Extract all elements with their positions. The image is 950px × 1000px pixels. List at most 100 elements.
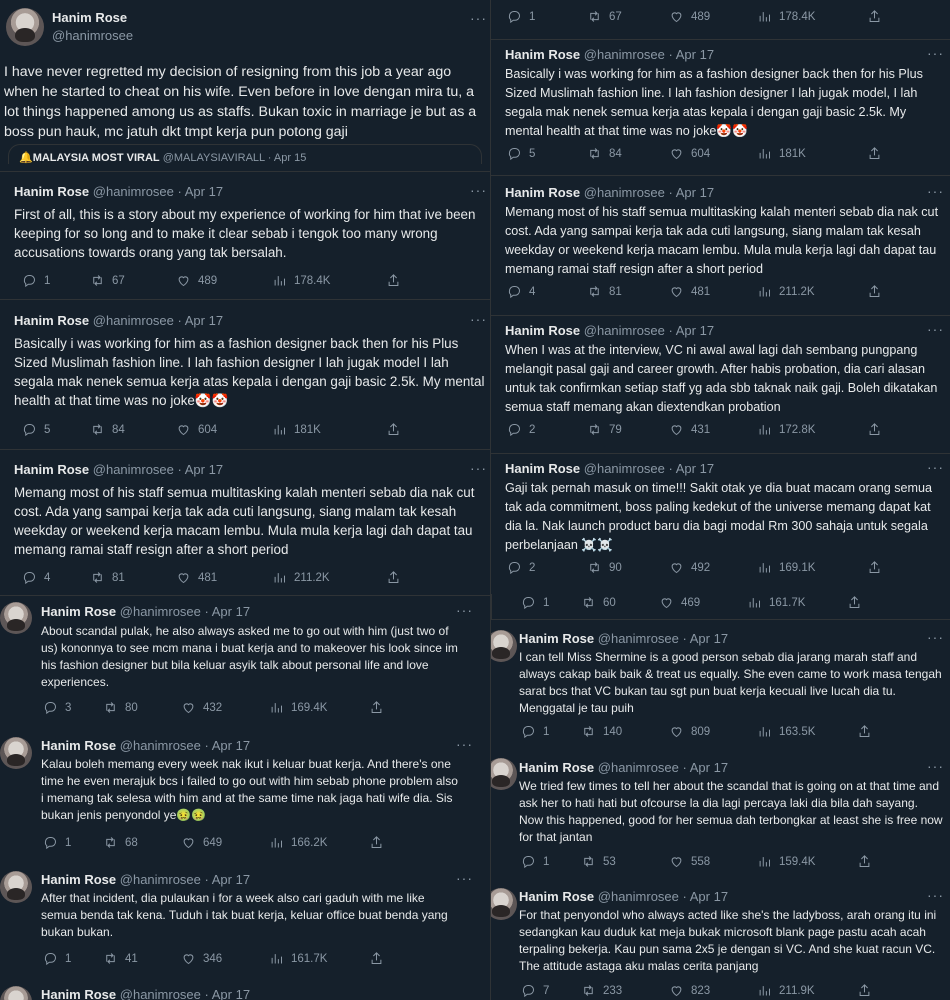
- tweet-date[interactable]: Apr 17: [676, 461, 714, 476]
- retweet-button[interactable]: 80: [103, 700, 181, 715]
- tweet[interactable]: Hanim Rose @hanimrosee · Apr 17 ··· Abou…: [0, 596, 490, 731]
- share-button[interactable]: [369, 700, 384, 715]
- author-name[interactable]: Hanim Rose: [505, 323, 580, 338]
- avatar[interactable]: [491, 888, 517, 920]
- views-button[interactable]: 178.4K: [272, 273, 386, 288]
- retweet-button[interactable]: 81: [90, 570, 176, 585]
- like-button[interactable]: 489: [669, 9, 757, 24]
- tweet-date[interactable]: Apr 17: [185, 184, 223, 199]
- views-button[interactable]: 169.1K: [757, 560, 867, 575]
- avatar[interactable]: [0, 986, 32, 1000]
- tweet[interactable]: Hanim Rose @hanimrosee · Apr 17 ··· Firs…: [0, 172, 490, 300]
- retweet-button[interactable]: 60: [581, 595, 659, 610]
- reply-button[interactable]: 1: [43, 951, 103, 966]
- views-button[interactable]: 211.2K: [757, 284, 867, 299]
- author-handle[interactable]: @hanimrosee: [598, 631, 679, 646]
- reply-button[interactable]: 2: [507, 422, 587, 437]
- retweet-button[interactable]: 84: [587, 146, 669, 161]
- share-button[interactable]: [369, 951, 384, 966]
- views-button[interactable]: 161.7K: [747, 595, 847, 610]
- author-handle[interactable]: @hanimrosee: [93, 313, 174, 328]
- author-handle[interactable]: @hanimrosee: [598, 889, 679, 904]
- like-button[interactable]: 489: [176, 273, 272, 288]
- retweet-button[interactable]: 67: [587, 9, 669, 24]
- author-name[interactable]: Hanim Rose: [14, 313, 89, 328]
- share-button[interactable]: [386, 570, 401, 585]
- author-handle[interactable]: @hanimrosee: [93, 184, 174, 199]
- views-button[interactable]: 178.4K: [757, 9, 867, 24]
- tweet[interactable]: Hanim Rose @hanimrosee · Apr 17 ··· Gaji…: [491, 454, 950, 620]
- views-button[interactable]: 172.8K: [757, 422, 867, 437]
- reply-button[interactable]: 5: [507, 146, 587, 161]
- more-icon[interactable]: ···: [927, 321, 944, 337]
- tweet-date[interactable]: Apr 17: [185, 462, 223, 477]
- retweet-button[interactable]: 41: [103, 951, 181, 966]
- retweet-button[interactable]: 140: [581, 724, 669, 739]
- more-icon[interactable]: ···: [456, 736, 473, 752]
- avatar[interactable]: [6, 8, 44, 46]
- more-icon[interactable]: ···: [470, 182, 487, 198]
- author-name[interactable]: Hanim Rose: [52, 10, 127, 25]
- more-icon[interactable]: ···: [470, 10, 487, 26]
- quoted-tweet[interactable]: 🔔MALAYSIA MOST VIRAL @MALAYSIAVIRALL · A…: [8, 144, 482, 164]
- like-button[interactable]: 481: [176, 570, 272, 585]
- more-icon[interactable]: ···: [927, 183, 944, 199]
- author-name[interactable]: Hanim Rose: [41, 987, 116, 1000]
- share-button[interactable]: [386, 273, 401, 288]
- tweet-date[interactable]: Apr 17: [676, 323, 714, 338]
- tweet-date[interactable]: Apr 17: [690, 631, 728, 646]
- tweet[interactable]: Hanim Rose @hanimrosee · Apr 17 ··· For …: [491, 880, 950, 1000]
- tweet[interactable]: Hanim Rose @hanimrosee · Apr 17 ··· We t…: [491, 750, 950, 880]
- retweet-button[interactable]: 84: [90, 422, 176, 437]
- author-handle[interactable]: @hanimrosee: [52, 28, 133, 43]
- reply-button[interactable]: 2: [507, 560, 587, 575]
- author-handle[interactable]: @hanimrosee: [93, 462, 174, 477]
- share-button[interactable]: [369, 835, 384, 850]
- views-button[interactable]: 166.2K: [269, 835, 369, 850]
- author-name[interactable]: Hanim Rose: [505, 185, 580, 200]
- more-icon[interactable]: ···: [927, 887, 944, 903]
- author-name[interactable]: Hanim Rose: [519, 631, 594, 646]
- avatar[interactable]: [0, 871, 32, 903]
- tweet-date[interactable]: Apr 17: [690, 889, 728, 904]
- views-button[interactable]: 181K: [272, 422, 386, 437]
- share-button[interactable]: [867, 146, 882, 161]
- more-icon[interactable]: ···: [456, 602, 473, 618]
- like-button[interactable]: 823: [669, 983, 757, 998]
- more-icon[interactable]: ···: [927, 758, 944, 774]
- author-name[interactable]: Hanim Rose: [14, 184, 89, 199]
- tweet-date[interactable]: Apr 17: [212, 872, 250, 887]
- like-button[interactable]: 492: [669, 560, 757, 575]
- author-handle[interactable]: @hanimrosee: [120, 738, 201, 753]
- avatar[interactable]: [0, 737, 32, 769]
- tweet[interactable]: Hanim Rose @hanimrosee · Apr 17 ··· Mema…: [491, 176, 950, 316]
- tweet-date[interactable]: Apr 17: [690, 760, 728, 775]
- reply-button[interactable]: 4: [22, 570, 90, 585]
- views-button[interactable]: 161.7K: [269, 951, 369, 966]
- tweet[interactable]: Hanim Rose @hanimrosee · Apr 17 ··· I ca…: [491, 620, 950, 750]
- author-name[interactable]: Hanim Rose: [519, 889, 594, 904]
- like-button[interactable]: 481: [669, 284, 757, 299]
- tweet[interactable]: Hanim Rose @hanimrosee · Apr 17: [0, 980, 490, 1000]
- views-button[interactable]: 211.2K: [272, 570, 386, 585]
- like-button[interactable]: 469: [659, 595, 747, 610]
- like-button[interactable]: 809: [669, 724, 757, 739]
- more-icon[interactable]: ···: [927, 629, 944, 645]
- retweet-button[interactable]: 81: [587, 284, 669, 299]
- reply-button[interactable]: 1: [22, 273, 90, 288]
- retweet-button[interactable]: 67: [90, 273, 176, 288]
- share-button[interactable]: [867, 560, 882, 575]
- author-name[interactable]: Hanim Rose: [41, 872, 116, 887]
- share-button[interactable]: [386, 422, 401, 437]
- author-name[interactable]: Hanim Rose: [41, 604, 116, 619]
- author-name[interactable]: Hanim Rose: [505, 461, 580, 476]
- reply-button[interactable]: 4: [507, 284, 587, 299]
- tweet-date[interactable]: Apr 17: [212, 738, 250, 753]
- share-button[interactable]: [867, 9, 882, 24]
- more-icon[interactable]: ···: [470, 460, 487, 476]
- reply-button[interactable]: 1: [521, 854, 581, 869]
- reply-button[interactable]: 1: [521, 595, 581, 610]
- like-button[interactable]: 431: [669, 422, 757, 437]
- retweet-button[interactable]: 90: [587, 560, 669, 575]
- retweet-button[interactable]: 68: [103, 835, 181, 850]
